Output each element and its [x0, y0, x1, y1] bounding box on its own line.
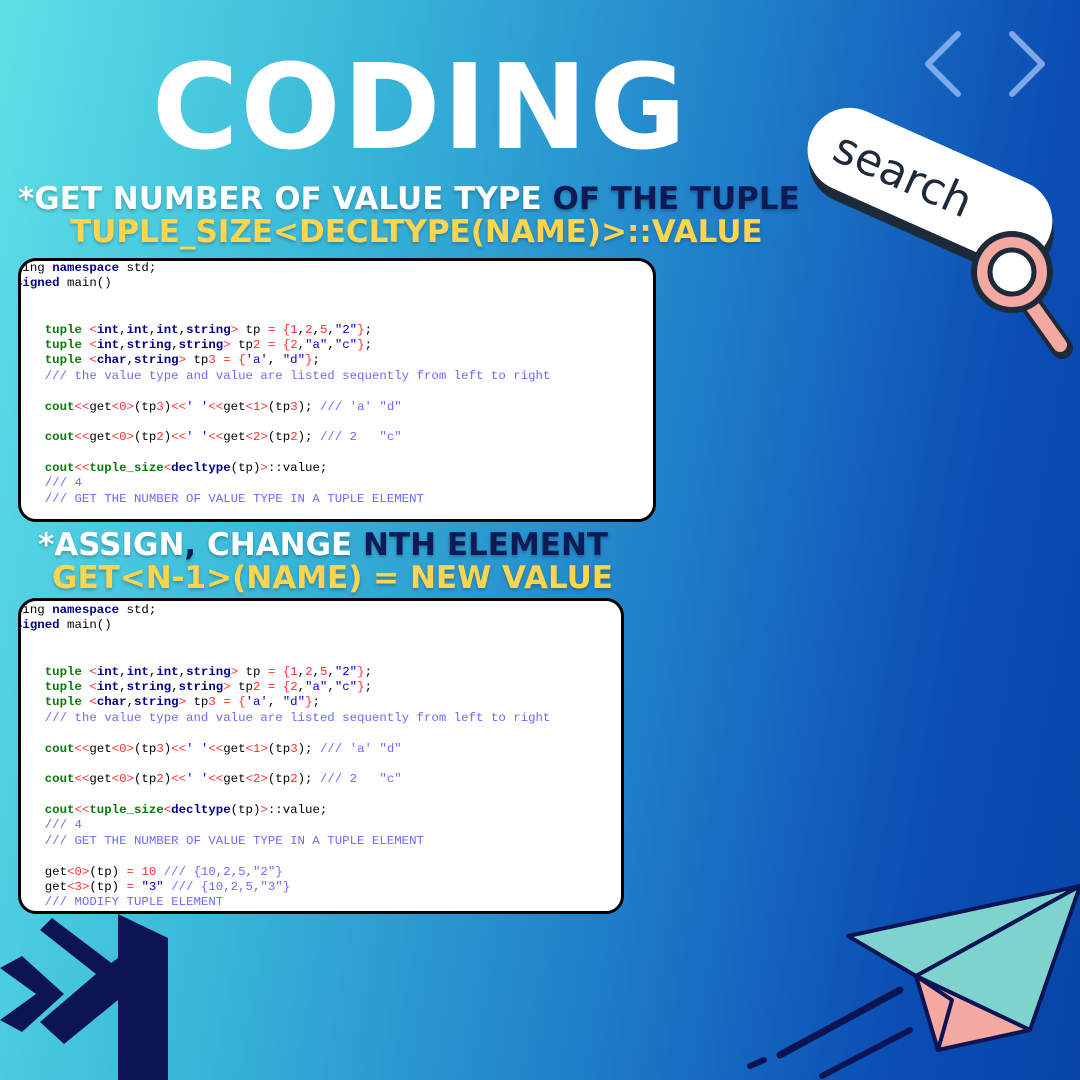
section2-heading: *ASSIGN, CHANGE NTH ELEMENT	[38, 528, 608, 562]
section1-heading-prefix: *GET NUMBER OF VALUE TYPE	[18, 181, 542, 217]
section2-heading-comma: ,	[184, 527, 197, 563]
page-title: CODING	[151, 38, 689, 176]
code-snippet-1: sing namespace std;signed main(){ tuple …	[18, 258, 656, 522]
code-snippet-2: sing namespace std;signed main(){ tuple …	[18, 598, 624, 914]
chevron-left-icon	[925, 31, 961, 97]
code-brackets-icon	[925, 31, 1045, 97]
code-line: /// GET THE NUMBER OF VALUE TYPE IN A TU…	[44, 491, 424, 506]
code-line: tuple <int,int,int,string> tp = {1,2,5,"…	[44, 664, 372, 679]
section2-heading-prefix: *ASSIGN	[38, 527, 185, 563]
code-line: /// 4	[44, 476, 82, 491]
code-line: get<3>(tp) = "3" /// {10,2,5,"3"}	[18, 880, 291, 895]
code-line: tuple <int,string,string> tp2 = {2,"a","…	[44, 337, 372, 352]
code-line: /// MODIFY TUPLE ELEMENT	[44, 895, 224, 910]
code-line: cout<<get<0>(tp2)<<' '<<get<2>(tp2); ///…	[44, 430, 402, 445]
code-line: cout<<tuple_size<decltype(tp)>::value;	[44, 461, 328, 476]
code-line: tuple <int,int,int,string> tp = {1,2,5,"…	[44, 322, 372, 337]
chevron-right-icon	[1009, 31, 1045, 97]
code-line: /// 4	[44, 818, 82, 833]
code-line: /// GET THE NUMBER OF VALUE TYPE IN A TU…	[44, 833, 424, 848]
code-line: cout<<get<0>(tp2)<<' '<<get<2>(tp2); ///…	[44, 772, 402, 787]
section1-heading-suffix: OF THE TUPLE	[541, 181, 800, 217]
paper-plane-icon	[747, 884, 1080, 1079]
code-line: tuple <int,string,string> tp2 = {2,"a","…	[44, 679, 372, 694]
code-line: tuple <char,string> tp3 = {'a', "d"};	[44, 695, 320, 710]
section1-subheading: TUPLE_SIZE<DECLTYPE(NAME)>::VALUE	[70, 214, 763, 250]
code-line: sing namespace std;	[18, 603, 157, 617]
visual-studio-logo	[0, 914, 168, 1080]
code-line: signed main()	[18, 276, 112, 291]
code-line: get<0>(tp) = 10 /// {10,2,5,"2"}	[18, 864, 283, 879]
section1-heading: *GET NUMBER OF VALUE TYPE OF THE TUPLE	[18, 182, 800, 216]
code-line: cout<<get<0>(tp3)<<' '<<get<1>(tp3); ///…	[44, 399, 402, 414]
section2-heading-mid: CHANGE	[196, 527, 353, 563]
code-block-1: sing namespace std;signed main(){ tuple …	[18, 261, 551, 507]
code-line: cout<<tuple_size<decltype(tp)>::value;	[44, 803, 328, 818]
code-line: {	[21, 292, 550, 307]
code-line: {	[21, 633, 550, 648]
code-line: tuple <char,string> tp3 = {'a', "d"};	[44, 353, 320, 368]
code-line: /// the value type and value are listed …	[44, 710, 551, 725]
code-block-2: sing namespace std;signed main(){ tuple …	[18, 602, 551, 910]
code-line: signed main()	[18, 618, 112, 633]
section2-heading-suffix: NTH ELEMENT	[352, 527, 609, 563]
code-line: sing namespace std;	[18, 261, 157, 275]
code-line: /// the value type and value are listed …	[44, 368, 551, 383]
search-bar-illustration: search	[807, 107, 1073, 359]
code-line: cout<<get<0>(tp3)<<' '<<get<1>(tp3); ///…	[44, 741, 402, 756]
section2-subheading: GET<N-1>(NAME) = NEW VALUE	[52, 560, 613, 596]
